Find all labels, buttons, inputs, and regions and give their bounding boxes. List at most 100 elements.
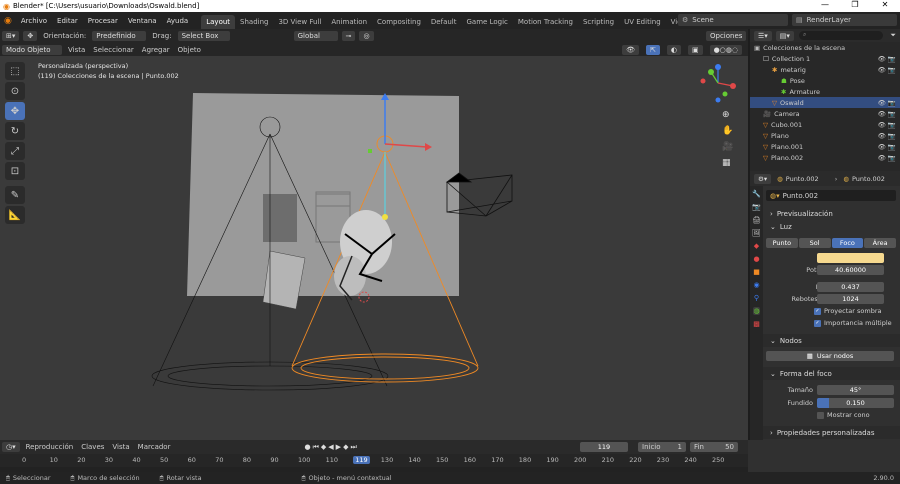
outliner-item[interactable]: ▽ Cubo.001 👁 📷 xyxy=(750,119,900,130)
cursor-icon[interactable]: ⊙ xyxy=(5,82,25,100)
snap-icon[interactable]: ⊸ xyxy=(341,31,356,41)
editor-type-button[interactable]: ⊞▾ xyxy=(2,31,20,41)
maximize-icon[interactable]: ❐ xyxy=(840,0,870,9)
menu-archivo[interactable]: Archivo xyxy=(16,17,52,25)
menu-agregar[interactable]: Agregar xyxy=(138,46,174,54)
menu-vista[interactable]: Vista xyxy=(64,46,89,54)
light-type-sol[interactable]: Sol xyxy=(798,238,831,248)
visibility-toggle-icon[interactable]: 👁 📷 xyxy=(878,66,900,74)
light-type-area[interactable]: Área xyxy=(864,238,896,248)
record-icon[interactable]: ● xyxy=(304,443,310,452)
drag-dropdown[interactable]: Select Box xyxy=(177,31,230,41)
outliner-item[interactable]: ▽ Plano.001 👁 📷 xyxy=(750,141,900,152)
light-type-punto[interactable]: Punto xyxy=(766,238,798,248)
select-box-icon[interactable]: ⬚ xyxy=(5,62,25,80)
orientation-dropdown[interactable]: Predefinido xyxy=(92,31,147,41)
tab-default[interactable]: Default xyxy=(426,15,462,29)
outliner-item[interactable]: ▽ Plano 👁 📷 xyxy=(750,130,900,141)
rebotes-field[interactable]: 1024 xyxy=(817,294,884,304)
zoom-icon[interactable]: ⊕ xyxy=(722,110,733,120)
usar-nodos-button[interactable]: ▦ Usar nodos xyxy=(766,351,894,361)
menu-ventana[interactable]: Ventana xyxy=(123,17,162,25)
measure-icon[interactable]: 📐 xyxy=(5,206,25,224)
outliner-root[interactable]: ▣ Colecciones de la escena xyxy=(750,42,900,53)
next-key-icon[interactable]: ◆ xyxy=(343,443,348,452)
object-tab-icon[interactable]: ■ xyxy=(753,268,760,276)
outliner-search-input[interactable]: ⌕ xyxy=(798,31,884,40)
menu-seleccionar[interactable]: Seleccionar xyxy=(89,46,138,54)
3d-viewport[interactable]: Personalizada (perspectiva) (119) Colecc… xyxy=(0,56,748,440)
scene-tab-icon[interactable]: ◆ xyxy=(754,242,759,250)
view-layer-tab-icon[interactable]: 🖼 xyxy=(752,229,761,237)
render-tab-icon[interactable]: 📷 xyxy=(752,203,761,211)
proportional-edit-icon[interactable]: ◎ xyxy=(359,31,374,41)
proyectar-sombra-checkbox[interactable]: ✓ Proyectar sombra xyxy=(814,307,881,315)
menu-ayuda[interactable]: Ayuda xyxy=(162,17,194,25)
tab-animation[interactable]: Animation xyxy=(326,15,372,29)
menu-reproduccion[interactable]: Reproducción xyxy=(22,443,78,451)
light-data-tab-icon[interactable]: ◍ xyxy=(753,307,760,315)
scene-selector[interactable]: ⚙ Scene xyxy=(678,14,788,26)
play-reverse-icon[interactable]: ◀ xyxy=(328,443,333,452)
shading-solid-icon[interactable]: ●○◍◌ xyxy=(709,44,742,55)
transform-pivot-icon[interactable]: ✥ xyxy=(23,31,38,41)
xray-icon[interactable]: ▣ xyxy=(687,44,703,55)
potencia-field[interactable]: 40.60000 xyxy=(817,265,884,275)
visibility-toggle-icon[interactable]: 👁 📷 xyxy=(878,110,900,118)
tab-3d-view-full[interactable]: 3D View Full xyxy=(273,15,326,29)
tab-motion-tracking[interactable]: Motion Tracking xyxy=(513,15,578,29)
visibility-toggle-icon[interactable]: 👁 📷 xyxy=(878,121,900,129)
menu-claves[interactable]: Claves xyxy=(77,443,108,451)
light-color-swatch[interactable] xyxy=(817,253,884,263)
menu-editar[interactable]: Editar xyxy=(52,17,83,25)
radio-field[interactable]: 0.437 xyxy=(817,282,884,292)
world-tab-icon[interactable]: ● xyxy=(753,255,759,263)
tab-compositing[interactable]: Compositing xyxy=(372,15,426,29)
tab-scripting[interactable]: Scripting xyxy=(578,15,619,29)
camera-view-icon[interactable]: 🎥 xyxy=(722,142,733,152)
texture-tab-icon[interactable]: ▩ xyxy=(753,320,760,328)
light-data-name-field[interactable]: ◍▾ Punto.002 xyxy=(766,190,896,201)
section-previsualizacion[interactable]: › Previsualización xyxy=(750,207,900,220)
visibility-toggle-icon[interactable]: 👁 📷 xyxy=(878,154,900,162)
outliner-item[interactable]: ☐ Collection 1 👁 📷 xyxy=(750,53,900,64)
overlay-icon[interactable]: ◐ xyxy=(666,44,681,55)
move-icon[interactable]: ✥ xyxy=(5,102,25,120)
tab-shading[interactable]: Shading xyxy=(235,15,273,29)
navigation-gizmo[interactable] xyxy=(697,62,739,104)
importancia-multiple-checkbox[interactable]: ✓ Importancia múltiple xyxy=(814,319,892,327)
tool-tab-icon[interactable]: 🔧 xyxy=(752,190,761,198)
visibility-toggle-icon[interactable]: 👁 📷 xyxy=(878,55,900,63)
section-luz[interactable]: ⌄ Luz xyxy=(750,220,900,233)
menu-objeto[interactable]: Objeto xyxy=(174,46,205,54)
gizmo-icon[interactable]: ⇱ xyxy=(645,44,660,55)
properties-editor-icon[interactable]: ⚙▾ xyxy=(754,173,772,184)
section-forma-del-foco[interactable]: ⌄ Forma del foco xyxy=(750,367,900,380)
frame-start-field[interactable]: Inicio 1 xyxy=(638,442,686,452)
mostrar-cono-checkbox[interactable]: Mostrar cono xyxy=(817,411,870,419)
options-dropdown[interactable]: Opciones xyxy=(706,31,746,41)
current-frame-field[interactable]: 119 xyxy=(580,442,628,452)
tab-uv-editing[interactable]: UV Editing xyxy=(619,15,666,29)
scale-icon[interactable]: ⤢ xyxy=(5,142,25,160)
outliner-item[interactable]: ▽ Plano.002 👁 📷 xyxy=(750,152,900,163)
tab-game-logic[interactable]: Game Logic xyxy=(462,15,513,29)
frame-end-field[interactable]: Fin 50 xyxy=(690,442,738,452)
transform-icon[interactable]: ⊡ xyxy=(5,162,25,180)
mode-dropdown[interactable]: Modo Objeto xyxy=(2,44,62,55)
play-icon[interactable]: ▶ xyxy=(336,443,341,452)
annotate-icon[interactable]: ✎ xyxy=(5,186,25,204)
menu-marcador[interactable]: Marcador xyxy=(134,443,175,451)
grid-view-icon[interactable]: ▦ xyxy=(722,158,733,168)
fundido-slider[interactable]: 0.150 xyxy=(817,398,894,408)
section-nodos[interactable]: ⌄ Nodos xyxy=(750,334,900,347)
pan-hand-icon[interactable]: ✋ xyxy=(722,126,733,136)
close-icon[interactable]: ✕ xyxy=(870,0,900,9)
light-type-foco[interactable]: Foco xyxy=(831,238,864,248)
rotate-icon[interactable]: ↻ xyxy=(5,122,25,140)
menu-vista-timeline[interactable]: Vista xyxy=(108,443,133,451)
outliner-editor-icon[interactable]: ☰▾ xyxy=(754,30,772,41)
menu-procesar[interactable]: Procesar xyxy=(83,17,123,25)
outliner-item[interactable]: ▽ Oswald 👁 📷 xyxy=(750,97,900,108)
transform-orientation-dropdown[interactable]: Global xyxy=(293,31,338,41)
